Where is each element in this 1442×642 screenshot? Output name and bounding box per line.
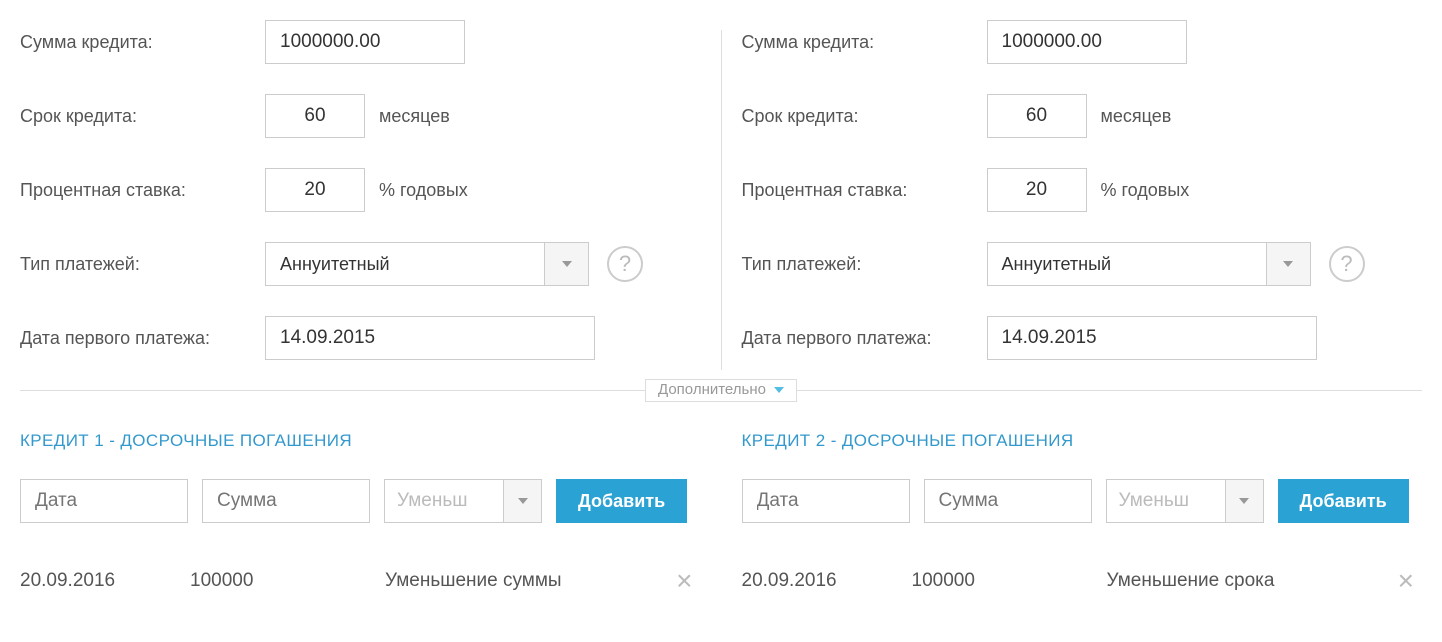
credit1-prepay-sum-input[interactable] — [202, 479, 370, 523]
suffix-months: месяцев — [1101, 106, 1172, 127]
credit2-add-button[interactable]: Добавить — [1278, 479, 1409, 523]
credit1-amount-input[interactable] — [265, 20, 465, 64]
credit2-prepay: КРЕДИТ 2 - ДОСРОЧНЫЕ ПОГАШЕНИЯ Уменьш До… — [722, 391, 1442, 595]
credit2-form: Сумма кредита: Срок кредита: месяцев Про… — [722, 20, 1442, 390]
suffix-percent: % годовых — [1101, 180, 1190, 201]
credit1-prepay-date-input[interactable] — [20, 479, 188, 523]
label-payment-type: Тип платежей: — [742, 254, 987, 275]
horizontal-divider: Дополнительно — [20, 390, 1422, 391]
chevron-down-icon — [1239, 498, 1249, 504]
credit2-prepay-date-input[interactable] — [742, 479, 910, 523]
entry-sum: 100000 — [190, 570, 385, 592]
close-icon[interactable]: × — [668, 567, 700, 595]
credit1-first-payment-input[interactable] — [265, 316, 595, 360]
entry-date: 20.09.2016 — [742, 570, 912, 592]
credit2-payment-type-dropdown-button[interactable] — [1267, 242, 1311, 286]
credit1-add-button[interactable]: Добавить — [556, 479, 687, 523]
label-first-payment: Дата первого платежа: — [742, 328, 987, 349]
credit2-term-input[interactable] — [987, 94, 1087, 138]
additional-toggle[interactable]: Дополнительно — [645, 379, 797, 402]
label-first-payment: Дата первого платежа: — [20, 328, 265, 349]
credit1-rate-input[interactable] — [265, 168, 365, 212]
credit2-first-payment-input[interactable] — [987, 316, 1317, 360]
label-payment-type: Тип платежей: — [20, 254, 265, 275]
credit1-prepay-entry: 20.09.2016 100000 Уменьшение суммы × — [20, 567, 701, 595]
help-icon[interactable]: ? — [607, 246, 643, 282]
chevron-down-icon — [518, 498, 528, 504]
label-term: Срок кредита: — [742, 106, 987, 127]
chevron-down-icon — [562, 261, 572, 267]
credit1-payment-type-select[interactable]: Аннуитетный — [265, 242, 545, 286]
credit2-rate-input[interactable] — [987, 168, 1087, 212]
credit2-prepay-sum-input[interactable] — [924, 479, 1092, 523]
label-rate: Процентная ставка: — [742, 180, 987, 201]
credit2-prepay-type-select[interactable]: Уменьш — [1106, 479, 1226, 523]
entry-type: Уменьшение срока — [1107, 570, 1390, 592]
chevron-down-icon — [774, 387, 784, 393]
credit1-term-input[interactable] — [265, 94, 365, 138]
suffix-months: месяцев — [379, 106, 450, 127]
credit2-payment-type-select[interactable]: Аннуитетный — [987, 242, 1267, 286]
suffix-percent: % годовых — [379, 180, 468, 201]
entry-type: Уменьшение суммы — [385, 570, 668, 592]
help-icon[interactable]: ? — [1329, 246, 1365, 282]
credit2-prepay-title: КРЕДИТ 2 - ДОСРОЧНЫЕ ПОГАШЕНИЯ — [742, 431, 1423, 451]
chevron-down-icon — [1283, 261, 1293, 267]
entry-date: 20.09.2016 — [20, 570, 190, 592]
credit2-prepay-type-dropdown-button[interactable] — [1226, 479, 1264, 523]
credit2-amount-input[interactable] — [987, 20, 1187, 64]
credit1-prepay-title: КРЕДИТ 1 - ДОСРОЧНЫЕ ПОГАШЕНИЯ — [20, 431, 701, 451]
close-icon[interactable]: × — [1390, 567, 1422, 595]
label-term: Срок кредита: — [20, 106, 265, 127]
label-amount: Сумма кредита: — [742, 32, 987, 53]
credit1-prepay-type-select[interactable]: Уменьш — [384, 479, 504, 523]
label-rate: Процентная ставка: — [20, 180, 265, 201]
credit1-prepay: КРЕДИТ 1 - ДОСРОЧНЫЕ ПОГАШЕНИЯ Уменьш До… — [0, 391, 721, 595]
label-amount: Сумма кредита: — [20, 32, 265, 53]
credit2-prepay-entry: 20.09.2016 100000 Уменьшение срока × — [742, 567, 1423, 595]
credit1-prepay-type-dropdown-button[interactable] — [504, 479, 542, 523]
additional-label: Дополнительно — [658, 381, 766, 398]
credit1-form: Сумма кредита: Срок кредита: месяцев Про… — [0, 20, 721, 390]
entry-sum: 100000 — [912, 570, 1107, 592]
credit1-payment-type-dropdown-button[interactable] — [545, 242, 589, 286]
